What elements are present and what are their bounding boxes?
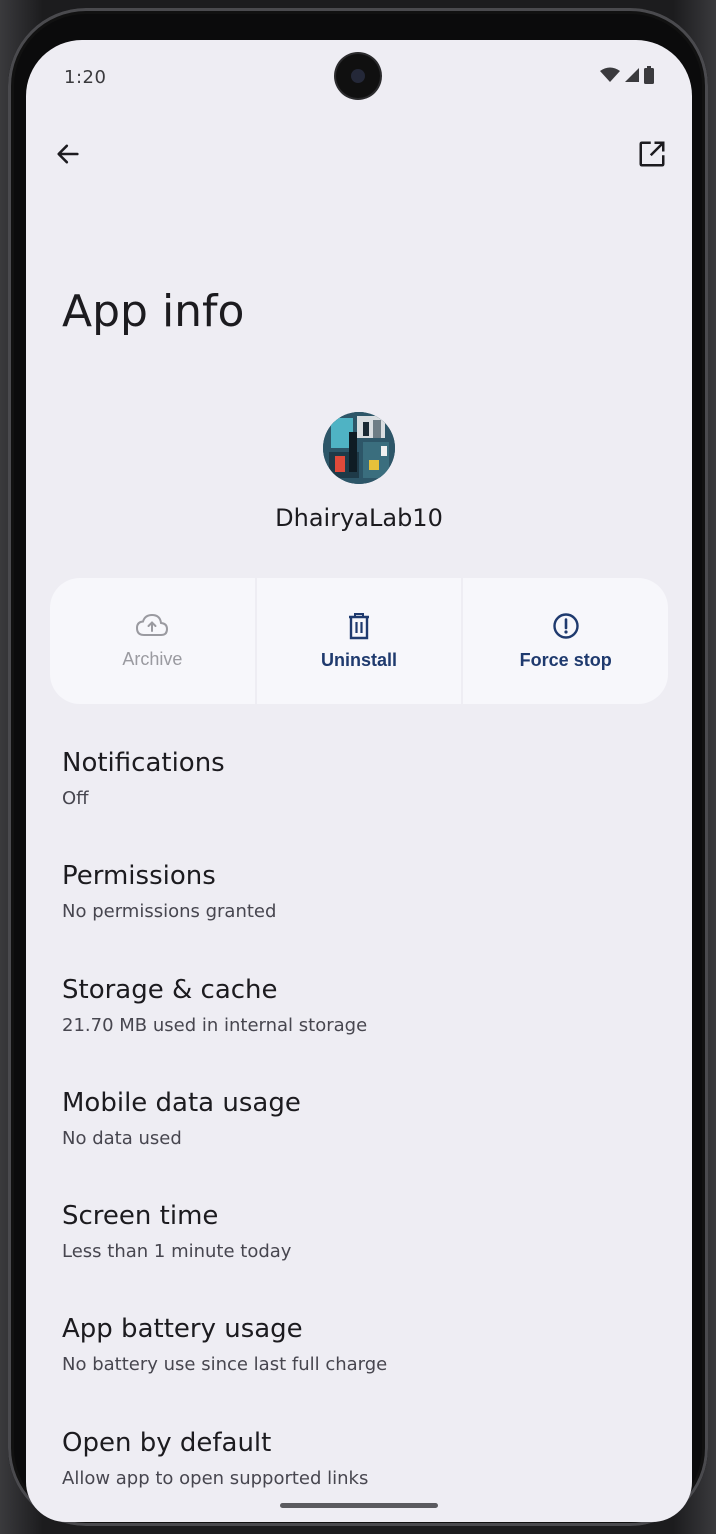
setting-title: Notifications — [62, 748, 225, 778]
open-in-new-icon — [639, 141, 665, 167]
setting-title: App battery usage — [62, 1314, 303, 1345]
device-frame: 1:20 App info DhairyaLab10 Archive Unins… — [0, 0, 716, 1534]
setting-screen-time[interactable]: Screen time Less than 1 minute today — [62, 1191, 662, 1304]
status-time: 1:20 — [64, 67, 107, 88]
setting-summary: Allow app to open supported links — [62, 1467, 369, 1489]
setting-summary: No permissions granted — [62, 901, 277, 923]
open-app-button[interactable] — [634, 136, 670, 172]
setting-title: Storage & cache — [62, 974, 278, 1005]
page-title: App info — [62, 286, 245, 337]
alert-circle-icon — [552, 612, 579, 639]
cloud-upload-icon — [136, 613, 169, 636]
force-stop-label: Force stop — [519, 649, 612, 670]
setting-summary: No battery use since last full charge — [62, 1354, 388, 1376]
settings-list: Notifications Off Permissions No permiss… — [62, 738, 662, 1522]
setting-permissions[interactable]: Permissions No permissions granted — [62, 851, 662, 964]
setting-title: Permissions — [62, 861, 216, 892]
battery-icon — [644, 66, 654, 88]
home-indicator[interactable] — [280, 1503, 438, 1508]
setting-storage-cache[interactable]: Storage & cache 21.70 MB used in interna… — [62, 965, 662, 1078]
status-icons — [600, 66, 654, 88]
setting-title: Screen time — [62, 1201, 219, 1232]
setting-summary: Off — [62, 788, 89, 809]
setting-title: Open by default — [62, 1427, 272, 1458]
arrow-left-icon — [57, 144, 79, 164]
force-stop-button[interactable]: Force stop — [463, 578, 668, 704]
archive-label: Archive — [122, 648, 183, 669]
setting-app-battery-usage[interactable]: App battery usage No battery use since l… — [62, 1304, 662, 1417]
back-button[interactable] — [50, 136, 86, 172]
archive-button[interactable]: Archive — [50, 578, 257, 704]
uninstall-label: Uninstall — [321, 649, 398, 670]
setting-mobile-data-usage[interactable]: Mobile data usage No data used — [62, 1078, 662, 1191]
setting-title: Mobile data usage — [62, 1087, 301, 1118]
setting-notifications[interactable]: Notifications Off — [62, 738, 662, 851]
app-actions-card: Archive Uninstall Force stop — [50, 578, 668, 704]
uninstall-button[interactable]: Uninstall — [257, 578, 464, 704]
app-name: DhairyaLab10 — [275, 504, 443, 532]
app-icon — [323, 412, 395, 484]
setting-summary: Less than 1 minute today — [62, 1241, 292, 1263]
wifi-icon — [600, 67, 620, 87]
setting-summary: No data used — [62, 1127, 182, 1149]
trash-icon — [349, 612, 369, 639]
setting-summary: 21.70 MB used in internal storage — [62, 1014, 368, 1036]
front-camera — [336, 54, 380, 98]
cell-signal-icon — [624, 67, 640, 87]
screen: 1:20 App info DhairyaLab10 Archive Unins… — [26, 40, 692, 1522]
